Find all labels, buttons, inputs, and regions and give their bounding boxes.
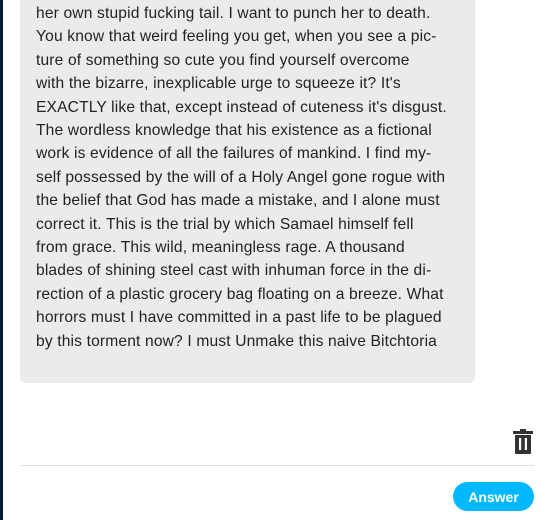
trash-icon [513,429,533,454]
answer-button[interactable]: Answer [453,482,534,511]
ask-message-card: her own stupid fucking tail. I want to p… [20,0,475,383]
delete-button[interactable] [511,429,535,455]
footer-divider [20,465,534,466]
ask-message-text: her own stupid fucking tail. I want to p… [36,5,447,350]
dashboard-edge [0,0,3,520]
